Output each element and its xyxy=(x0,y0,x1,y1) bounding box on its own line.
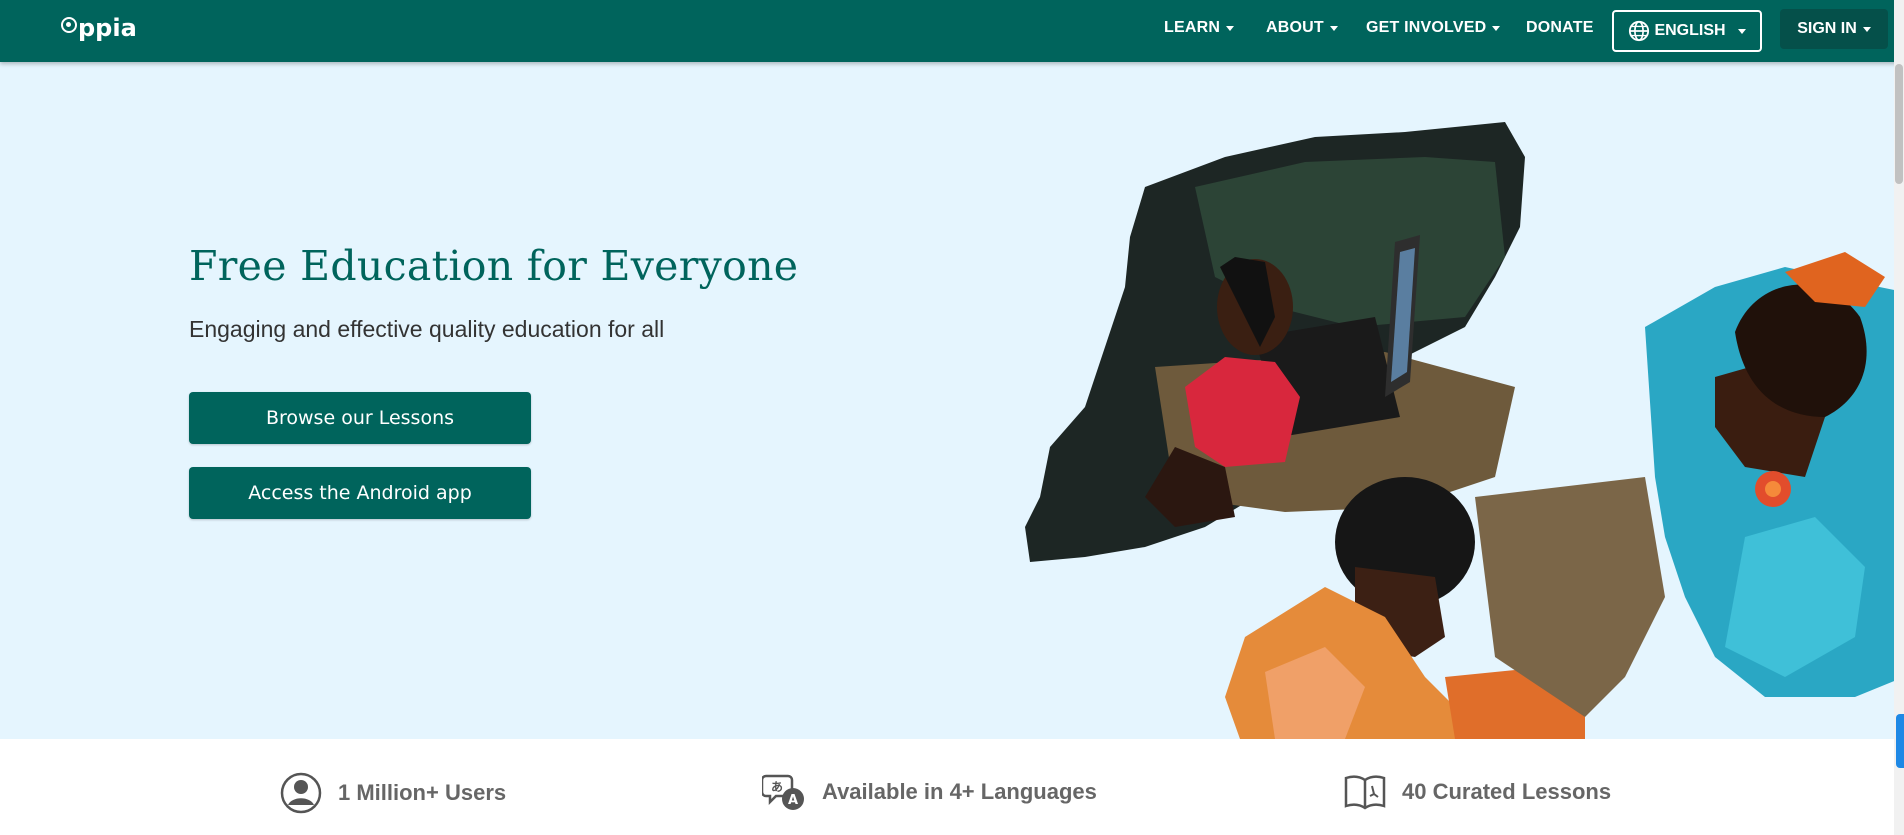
top-navbar: ppia LEARN ABOUT GET INVOLVED DONATE ENG… xyxy=(0,0,1904,62)
language-selector[interactable]: ENGLISH xyxy=(1612,10,1762,52)
scrollbar-thumb[interactable] xyxy=(1895,64,1903,184)
nav-learn[interactable]: LEARN xyxy=(1164,19,1235,37)
nav-about[interactable]: ABOUT xyxy=(1266,19,1338,37)
caret-down-icon xyxy=(1226,25,1235,31)
oppia-logo-text: ppia xyxy=(78,14,137,42)
nav-donate-label: DONATE xyxy=(1526,19,1594,36)
caret-down-icon xyxy=(1862,26,1871,32)
oppia-logo[interactable]: ppia xyxy=(61,14,137,42)
browse-lessons-button[interactable]: Browse our Lessons xyxy=(189,392,531,444)
stats-bar: 1 Million+ Users あ A Available in 4+ Lan… xyxy=(0,739,1904,835)
hero-section: Free Education for Everyone Engaging and… xyxy=(0,62,1904,739)
nav-learn-label: LEARN xyxy=(1164,19,1221,36)
nav-donate[interactable]: DONATE xyxy=(1526,19,1594,37)
side-feedback-tab[interactable] xyxy=(1896,714,1904,768)
hero-subtitle: Engaging and effective quality education… xyxy=(189,316,665,342)
user-icon xyxy=(280,772,322,814)
hero-title: Free Education for Everyone xyxy=(189,242,799,290)
caret-down-icon xyxy=(1492,25,1501,31)
caret-down-icon xyxy=(1329,25,1338,31)
hero-children-learning-image xyxy=(1025,122,1904,739)
page-scrollbar[interactable] xyxy=(1894,0,1904,835)
caret-down-icon xyxy=(1737,28,1746,34)
android-app-button[interactable]: Access the Android app xyxy=(189,467,531,519)
translate-icon: あ A xyxy=(762,774,804,810)
book-icon xyxy=(1344,775,1386,810)
nav-about-label: ABOUT xyxy=(1266,19,1324,36)
sign-in-button[interactable]: SIGN IN xyxy=(1780,9,1888,49)
oppia-logo-icon xyxy=(61,17,77,33)
sign-in-label: SIGN IN xyxy=(1797,20,1857,37)
stat-users: 1 Million+ Users xyxy=(280,772,506,814)
stat-lessons: 40 Curated Lessons xyxy=(1344,772,1611,812)
stat-languages: あ A Available in 4+ Languages xyxy=(762,772,1097,812)
globe-icon xyxy=(1629,20,1650,42)
nav-get-involved-label: GET INVOLVED xyxy=(1366,19,1487,36)
language-label: ENGLISH xyxy=(1654,22,1726,39)
svg-text:A: A xyxy=(788,793,798,808)
nav-get-involved[interactable]: GET INVOLVED xyxy=(1366,19,1501,37)
stat-users-label: 1 Million+ Users xyxy=(338,780,507,805)
svg-text:あ: あ xyxy=(771,780,783,794)
stat-languages-label: Available in 4+ Languages xyxy=(822,779,1097,804)
stat-lessons-label: 40 Curated Lessons xyxy=(1402,779,1612,804)
